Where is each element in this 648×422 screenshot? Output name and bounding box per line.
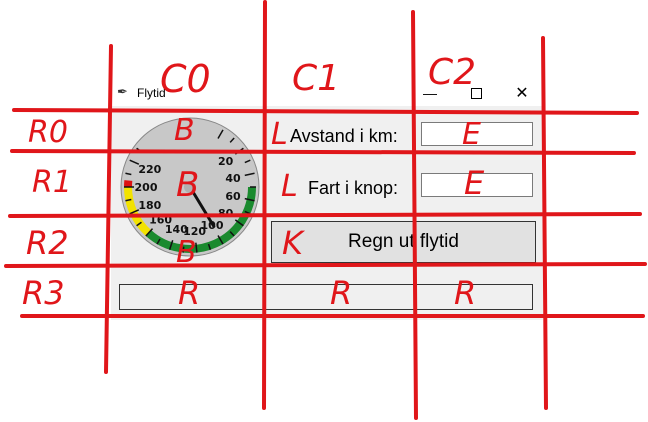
calculate-button[interactable]: Regn ut flytid — [271, 221, 536, 263]
gauge-tick-label: 200 — [135, 181, 158, 194]
row-label: R1 — [32, 165, 72, 200]
gauge-tick — [182, 246, 185, 253]
window-title: Flytid — [137, 86, 166, 100]
minimize-button[interactable]: — — [407, 80, 453, 106]
gauge-tick-label: 180 — [138, 199, 161, 212]
maximize-button[interactable] — [453, 80, 499, 106]
distance-label: Avstand i km: — [290, 126, 398, 146]
app-window: ✒ Flytid — ✕ 204060801001201401601802002… — [111, 80, 543, 320]
result-display — [119, 284, 533, 310]
row-label: R2 — [26, 224, 69, 262]
close-icon: ✕ — [515, 85, 529, 102]
gauge-tick-label: 80 — [218, 207, 234, 220]
speed-gauge: 20406080100120140160180200220 — [120, 117, 260, 257]
distance-input[interactable] — [421, 122, 533, 146]
gauge-tick — [195, 242, 198, 253]
gauge-tick-label: 220 — [138, 163, 161, 176]
speed-input[interactable] — [421, 173, 533, 197]
minimize-icon: — — [423, 85, 437, 101]
gauge-hub — [184, 181, 196, 193]
row-label: R0 — [28, 115, 68, 150]
feather-icon: ✒ — [117, 84, 128, 99]
gauge-tick-label: 20 — [218, 155, 234, 168]
gauge-tick-label: 40 — [225, 172, 241, 185]
row-label: R3 — [22, 274, 65, 312]
gauge-tick-label: 160 — [149, 214, 172, 227]
close-button[interactable]: ✕ — [499, 80, 545, 106]
maximize-icon — [470, 87, 482, 99]
speed-label: Fart i knop: — [308, 178, 399, 198]
gauge-tick-label: 60 — [225, 190, 241, 203]
title-bar[interactable]: ✒ Flytid — ✕ — [111, 80, 543, 106]
